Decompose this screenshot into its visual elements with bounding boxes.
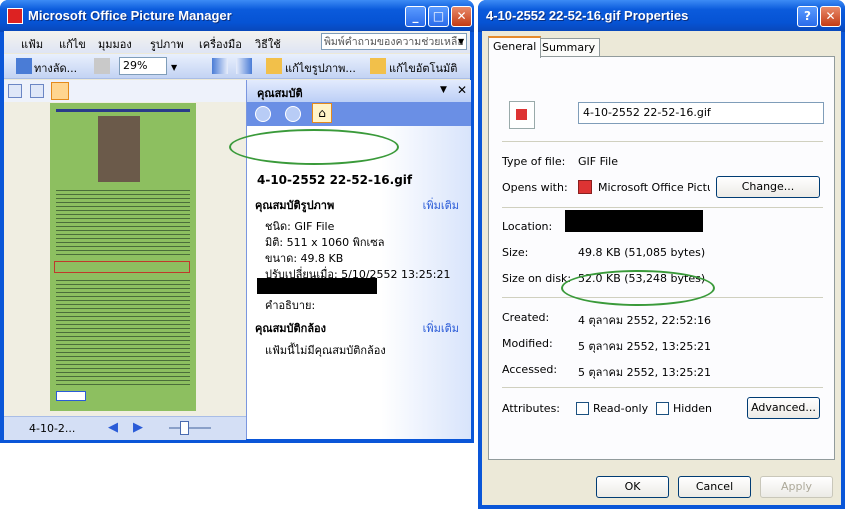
- created-value: 4 ตุลาคม 2552, 22:52:16: [578, 314, 712, 327]
- created-label: Created:: [502, 311, 550, 324]
- next-picture-icon[interactable]: ▶: [133, 420, 143, 435]
- accessed-label: Accessed:: [502, 363, 558, 376]
- help-search-input[interactable]: พิมพ์คำถามของความช่วยเหลือ: [321, 33, 467, 50]
- picture-manager-icon: [578, 180, 592, 194]
- apply-button[interactable]: Apply: [760, 476, 833, 498]
- edit-picture-button[interactable]: แก้ไขรูปภาพ...: [285, 59, 356, 77]
- properties-close-button[interactable]: ✕: [820, 6, 841, 27]
- properties-title: 4-10-2552 22-52-16.gif Properties: [486, 8, 689, 23]
- zoom-dropdown-icon[interactable]: ▼: [171, 63, 177, 72]
- picture-manager-window: Microsoft Office Picture Manager _ □ ✕ แ…: [0, 0, 474, 443]
- picture-manager-client: แฟ้ม แก้ไข มุมมอง รูปภาพ เครื่องมือ วิธี…: [4, 31, 471, 440]
- picture-properties-heading: คุณสมบัติรูปภาพ: [255, 199, 335, 212]
- gif-file-icon: [509, 101, 535, 129]
- task-pane-title: คุณสมบัติ: [257, 87, 303, 100]
- read-only-checkbox[interactable]: [576, 402, 589, 415]
- menu-picture[interactable]: รูปภาพ: [150, 35, 184, 53]
- properties-client: General Summary 4-10-2552 22-52-16.gif T…: [482, 31, 841, 505]
- task-pane-filename: 4-10-2552 22-52-16.gif: [257, 173, 413, 187]
- general-tab-panel: 4-10-2552 22-52-16.gif Type of file: GIF…: [488, 56, 835, 460]
- tab-general[interactable]: General: [488, 36, 542, 58]
- menu-file[interactable]: แฟ้ม: [21, 35, 43, 53]
- maximize-button[interactable]: □: [428, 6, 449, 27]
- auto-correct-button[interactable]: แก้ไขอัตโนมัติ: [389, 59, 457, 77]
- task-pane-menu-icon[interactable]: ▼: [440, 85, 447, 95]
- hidden-label[interactable]: Hidden: [673, 402, 712, 415]
- picture-manager-title: Microsoft Office Picture Manager: [28, 8, 232, 23]
- picture-preview-area: [4, 102, 246, 416]
- camera-properties-more-link[interactable]: เพิ่มเติม: [423, 319, 459, 337]
- type-label: Type of file:: [502, 155, 566, 168]
- type-value: GIF File: [578, 155, 618, 168]
- opens-with-label: Opens with:: [502, 181, 568, 194]
- picture-properties-more-link[interactable]: เพิ่มเติม: [423, 196, 459, 214]
- thumbnail-view-icon[interactable]: [8, 84, 22, 98]
- shortcuts-icon: [16, 58, 32, 74]
- modified-value: 5 ตุลาคม 2552, 13:25:21: [578, 340, 712, 353]
- chevron-down-icon[interactable]: ▼: [458, 37, 464, 46]
- cancel-button[interactable]: Cancel: [678, 476, 751, 498]
- picture-description: คำอธิบาย:: [265, 299, 316, 312]
- menu-edit[interactable]: แก้ไข: [59, 35, 86, 53]
- size-label: Size:: [502, 246, 529, 259]
- highlight-oval-created: [561, 270, 715, 306]
- previous-picture-icon[interactable]: ◀: [108, 420, 118, 435]
- rotate-right-icon[interactable]: [236, 58, 252, 74]
- zoom-select[interactable]: 29%: [119, 57, 167, 75]
- location-label: Location:: [502, 220, 553, 233]
- single-picture-view-icon[interactable]: [51, 82, 69, 100]
- close-button[interactable]: ✕: [451, 6, 472, 27]
- task-pane-header: คุณสมบัติ ▼ ✕: [247, 80, 471, 102]
- menu-tools[interactable]: เครื่องมือ: [199, 35, 242, 53]
- accessed-value: 5 ตุลาคม 2552, 13:25:21: [578, 366, 712, 379]
- advanced-button[interactable]: Advanced...: [747, 397, 820, 419]
- camera-properties-none: แฟ้มนี้ไม่มีคุณสมบัติกล้อง: [265, 344, 386, 357]
- portrait-photo: [98, 116, 140, 182]
- filename-field[interactable]: 4-10-2552 22-52-16.gif: [578, 102, 824, 124]
- home-icon[interactable]: ⌂: [312, 103, 332, 123]
- redacted-block: [257, 278, 377, 294]
- camera-properties-heading: คุณสมบัติกล้อง: [255, 322, 327, 335]
- attributes-label: Attributes:: [502, 402, 561, 415]
- opens-with-value: Microsoft Office Picture: [598, 181, 710, 194]
- forward-icon[interactable]: [285, 106, 301, 122]
- rotate-left-icon[interactable]: [212, 58, 228, 74]
- highlight-oval-filename: [229, 129, 399, 165]
- camera-icon[interactable]: [94, 58, 110, 74]
- status-bar: 4-10-2... ◀ ▶: [4, 416, 246, 440]
- redacted-location: [565, 210, 703, 232]
- document-preview-image[interactable]: [50, 103, 196, 411]
- properties-titlebar[interactable]: 4-10-2552 22-52-16.gif Properties ? ✕: [478, 0, 845, 32]
- shortcuts-button[interactable]: ทางลัด...: [34, 59, 77, 77]
- edit-picture-icon: [266, 58, 282, 74]
- filmstrip-view-icon[interactable]: [30, 84, 44, 98]
- back-icon[interactable]: [255, 106, 271, 122]
- ok-button[interactable]: OK: [596, 476, 669, 498]
- tab-summary[interactable]: Summary: [537, 38, 601, 57]
- status-filename: 4-10-2...: [29, 422, 76, 435]
- modified-label: Modified:: [502, 337, 553, 350]
- picture-manager-app-icon[interactable]: [7, 8, 23, 24]
- auto-correct-icon: [370, 58, 386, 74]
- size-value: 49.8 KB (51,085 bytes): [578, 246, 706, 259]
- zoom-slider-thumb[interactable]: [180, 421, 189, 435]
- minimize-button[interactable]: _: [405, 6, 426, 27]
- main-toolbar: ทางลัด... 29% ▼ แก้ไขรูปภาพ... แก้ไขอัตโ…: [4, 54, 470, 79]
- menu-bar: แฟ้ม แก้ไข มุมมอง รูปภาพ เครื่องมือ วิธี…: [4, 31, 470, 53]
- menu-help[interactable]: วิธีใช้: [255, 35, 281, 53]
- read-only-label[interactable]: Read-only: [593, 402, 648, 415]
- zoom-slider-track[interactable]: [169, 427, 211, 429]
- size-on-disk-label: Size on disk:: [502, 272, 572, 285]
- properties-dialog: 4-10-2552 22-52-16.gif Properties ? ✕ Ge…: [478, 0, 845, 509]
- task-pane-nav: ⌂: [247, 102, 471, 126]
- task-pane-close-icon[interactable]: ✕: [457, 83, 467, 97]
- hidden-checkbox[interactable]: [656, 402, 669, 415]
- menu-view[interactable]: มุมมอง: [98, 35, 132, 53]
- help-button[interactable]: ?: [797, 6, 818, 27]
- picture-manager-titlebar[interactable]: Microsoft Office Picture Manager _ □ ✕: [0, 0, 474, 32]
- change-button[interactable]: Change...: [716, 176, 820, 198]
